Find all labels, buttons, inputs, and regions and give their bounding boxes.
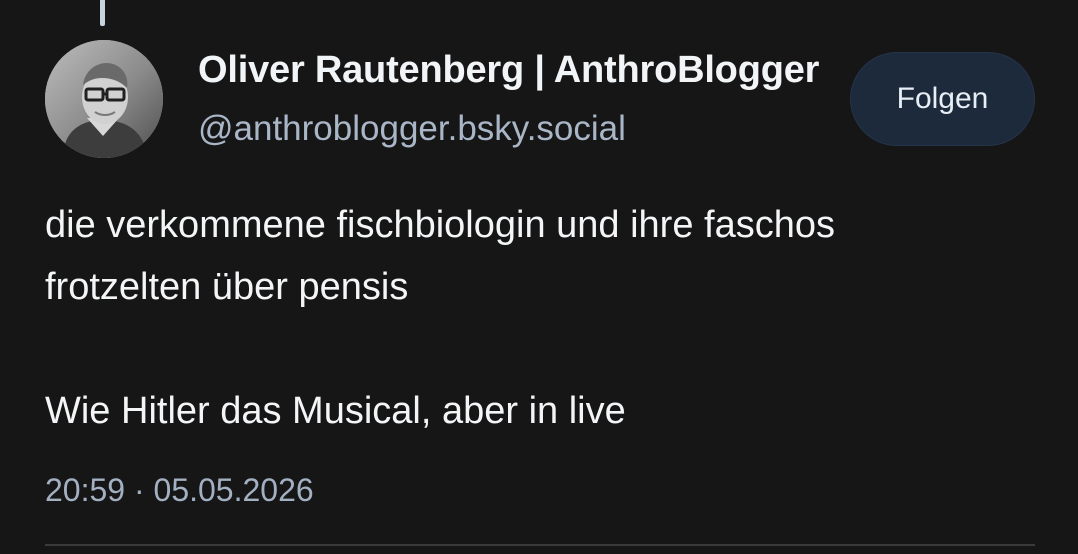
post-timestamp[interactable]: 20:59 · 05.05.2026 <box>45 468 314 512</box>
post-author[interactable]: Oliver Rautenberg | AnthroBlogger @anthr… <box>198 44 898 154</box>
post-text-line: Wie Hitler das Musical, aber in live <box>45 390 626 432</box>
post-text: die verkommene fischbiologin und ihre fa… <box>45 194 1035 442</box>
thread-connector-line <box>100 0 105 26</box>
post-text-line: frotzelten über pensis <box>45 266 409 308</box>
author-avatar[interactable] <box>45 40 163 158</box>
avatar-icon <box>45 40 163 158</box>
post-text-line: die verkommene fischbiologin und ihre fa… <box>45 204 835 246</box>
post-divider <box>45 544 1035 546</box>
follow-button[interactable]: Folgen <box>850 52 1035 146</box>
author-display-name[interactable]: Oliver Rautenberg | AnthroBlogger <box>198 44 871 96</box>
author-handle[interactable]: @anthroblogger.bsky.social <box>198 107 626 151</box>
